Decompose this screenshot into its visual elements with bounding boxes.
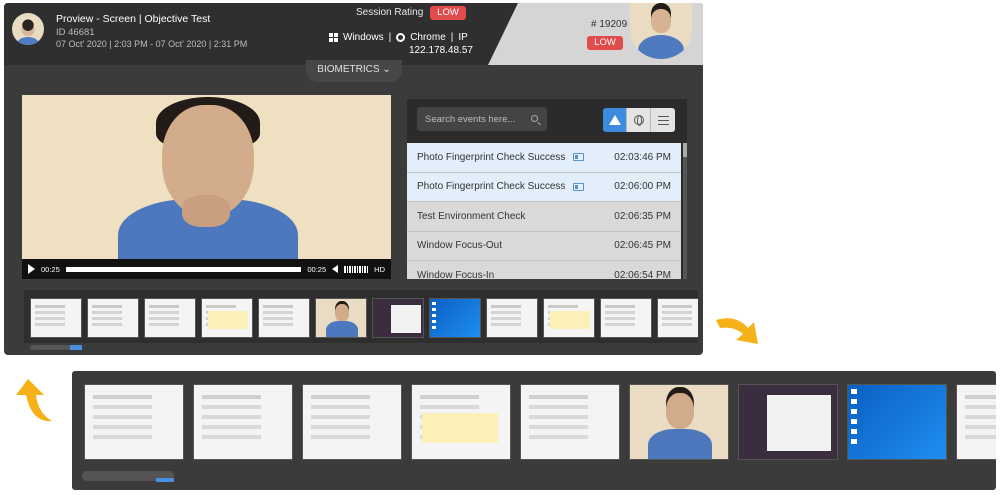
event-time: 02:06:45 PM: [614, 240, 671, 252]
list-item[interactable]: Window Focus-In 02:06:54 PM: [407, 261, 681, 279]
video-progress-fill: [65, 266, 302, 272]
thumbnail[interactable]: [738, 384, 838, 460]
ip-label: IP: [458, 32, 468, 43]
session-time-range: 07 Oct' 2020 | 2:03 PM - 07 Oct' 2020 | …: [56, 39, 248, 49]
thumbnail[interactable]: [956, 384, 996, 460]
event-search: [417, 107, 547, 131]
list-item[interactable]: Window Focus-Out 02:06:45 PM: [407, 231, 681, 261]
quality-toggle[interactable]: HD: [374, 265, 385, 274]
thumbnail[interactable]: [258, 298, 310, 338]
candidate-photo: [630, 3, 692, 59]
chevron-down-icon: ⌄: [382, 64, 391, 75]
current-time: 00:25: [41, 264, 60, 274]
list-item[interactable]: Test Environment Check 02:06:35 PM: [407, 202, 681, 232]
event-label: Test Environment Check: [417, 210, 526, 222]
candidate-rating-badge: LOW: [587, 36, 623, 50]
ip-address: 122.178.48.57: [409, 45, 473, 56]
events-panel: Photo Fingerprint Check Success 02:03:46…: [407, 99, 687, 279]
session-header: Proview - Screen | Objective Test ID 466…: [4, 3, 703, 65]
thumbnail[interactable]: [543, 298, 595, 338]
filter-settings-button[interactable]: [651, 108, 675, 132]
filter-warnings-button[interactable]: [603, 108, 627, 132]
id-card-icon: [573, 182, 585, 191]
session-rating-badge: LOW: [430, 6, 466, 20]
windows-icon: [329, 33, 338, 42]
event-time: 02:06:00 PM: [614, 181, 671, 193]
event-time: 02:03:46 PM: [614, 151, 671, 163]
avatar: [12, 13, 44, 45]
thumbnail[interactable]: [847, 384, 947, 460]
event-label: Photo Fingerprint Check Success: [417, 181, 566, 193]
thumbnail[interactable]: [201, 298, 253, 338]
os-name: Windows: [343, 32, 384, 43]
thumbnail[interactable]: [84, 384, 184, 460]
expanded-thumbnail-strip: [72, 371, 996, 490]
environment-info: Windows | Chrome | IP: [329, 32, 468, 43]
thumbnail[interactable]: [372, 298, 424, 338]
event-time: 02:06:54 PM: [614, 269, 671, 279]
separator: |: [388, 32, 392, 43]
session-rating-label: Session Rating: [356, 7, 424, 18]
thumbnail[interactable]: [144, 298, 196, 338]
thumbnail[interactable]: [486, 298, 538, 338]
thumbnail[interactable]: [302, 384, 402, 460]
proctor-panel: Proview - Screen | Objective Test ID 466…: [4, 3, 703, 355]
thumbnail[interactable]: [429, 298, 481, 338]
globe-icon: [633, 115, 644, 126]
expanded-thumbnail-row: [84, 384, 996, 460]
event-label: Window Focus-Out: [417, 240, 503, 252]
expanded-strip-scrollbar[interactable]: [82, 471, 174, 482]
arrow-down-right-icon: [716, 318, 758, 344]
event-label: Photo Fingerprint Check Success: [417, 151, 566, 163]
search-input[interactable]: [425, 113, 525, 125]
event-filters: [603, 108, 675, 132]
thumbnail[interactable]: [600, 298, 652, 338]
sliders-icon: [657, 115, 669, 125]
session-title: Proview - Screen | Objective Test: [56, 13, 211, 25]
list-item[interactable]: Photo Fingerprint Check Success 02:06:00…: [407, 172, 681, 202]
list-item[interactable]: Photo Fingerprint Check Success 02:03:46…: [407, 143, 681, 173]
biometrics-label: BIOMETRICS: [317, 64, 380, 75]
thumbnail[interactable]: [30, 298, 82, 338]
session-id: ID 46681: [56, 27, 95, 38]
play-icon[interactable]: [28, 264, 35, 274]
video-controls: 00:25 00:25 HD: [22, 259, 391, 279]
thumbnail[interactable]: [315, 298, 367, 338]
chrome-icon: [396, 33, 406, 42]
thumbnail-strip: [24, 290, 698, 343]
stage: Proview - Screen | Objective Test ID 466…: [0, 0, 1000, 495]
thumbnail-row: [30, 298, 698, 338]
volume-icon[interactable]: [332, 265, 339, 273]
candidate-number: # 19209: [591, 19, 628, 30]
video-player[interactable]: [22, 95, 391, 279]
warning-icon: [608, 115, 621, 125]
event-list-scrollbar[interactable]: [683, 143, 687, 279]
event-list: Photo Fingerprint Check Success 02:03:46…: [407, 143, 681, 279]
id-card-icon: [573, 153, 585, 162]
search-icon[interactable]: [531, 115, 538, 122]
arrow-up-left-icon: [16, 379, 52, 422]
event-time: 02:06:35 PM: [614, 210, 671, 222]
biometrics-toggle[interactable]: BIOMETRICS ⌄: [306, 60, 402, 82]
thumbnail[interactable]: [520, 384, 620, 460]
event-label: Window Focus-In: [417, 269, 495, 279]
thumbnail[interactable]: [411, 384, 511, 460]
thumbnail[interactable]: [629, 384, 729, 460]
browser-name: Chrome: [410, 32, 446, 43]
duration: 00:25: [307, 264, 327, 274]
separator: |: [450, 32, 454, 43]
video-progress-bar[interactable]: [65, 266, 302, 272]
thumbnail[interactable]: [87, 298, 139, 338]
filter-browser-button[interactable]: [627, 108, 651, 132]
thumbnail-scrollbar[interactable]: [30, 345, 82, 350]
thumbnail[interactable]: [193, 384, 293, 460]
volume-slider[interactable]: [344, 265, 369, 273]
thumbnail[interactable]: [657, 298, 698, 338]
